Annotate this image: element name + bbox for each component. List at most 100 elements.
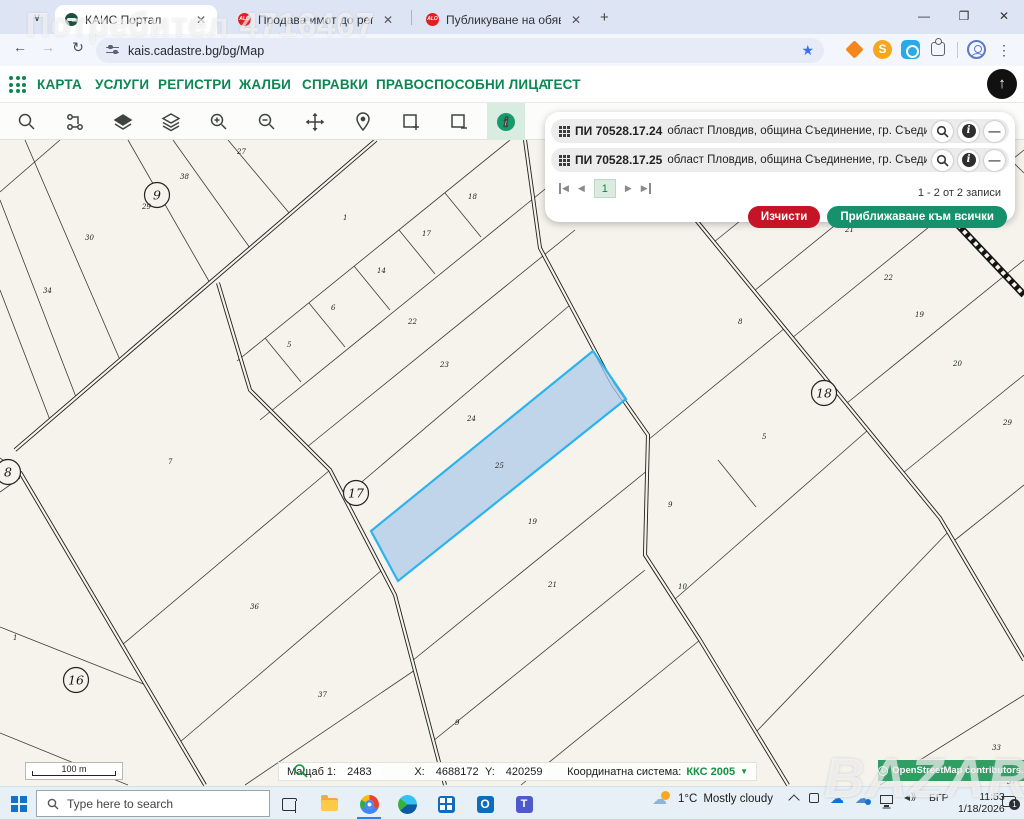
site-navigation: КАРТА УСЛУГИ РЕГИСТРИ ЖАЛБИ СПРАВКИ ПРАВ… bbox=[0, 66, 1024, 103]
volume-icon[interactable] bbox=[904, 792, 918, 804]
parcel-label: 9 bbox=[668, 501, 673, 509]
result-info-button[interactable]: i bbox=[958, 150, 979, 171]
remove-result-button[interactable]: — bbox=[984, 121, 1005, 142]
zoom-to-result-button[interactable] bbox=[932, 121, 953, 142]
forward-button[interactable]: → bbox=[36, 39, 60, 55]
coordinate-search-icon[interactable] bbox=[293, 763, 309, 779]
scale-value[interactable]: 2483 bbox=[341, 766, 381, 778]
tray-app-icon[interactable] bbox=[809, 793, 819, 803]
task-view-button[interactable] bbox=[276, 791, 302, 817]
zoom-to-result-button[interactable] bbox=[932, 150, 953, 171]
nav-uslugi[interactable]: УСЛУГИ bbox=[95, 66, 149, 103]
s-extension-icon[interactable]: S bbox=[873, 40, 893, 60]
svg-text:9: 9 bbox=[153, 188, 161, 203]
cloud-sync-icon[interactable]: ☁ bbox=[855, 791, 869, 805]
parcel-label: 24 bbox=[466, 415, 476, 423]
language-indicator[interactable]: БГР bbox=[929, 792, 949, 804]
tab-close-icon[interactable]: ✕ bbox=[380, 13, 396, 27]
site-info-icon[interactable] bbox=[106, 45, 120, 57]
last-page-button[interactable]: ▶ bbox=[641, 183, 651, 194]
tab-close-icon[interactable]: ✕ bbox=[568, 13, 584, 27]
parcel-label: 1 bbox=[13, 634, 17, 642]
rect-add-tool-icon[interactable] bbox=[392, 103, 430, 140]
tray-expand-icon[interactable] bbox=[788, 794, 799, 805]
remove-result-button[interactable]: — bbox=[984, 150, 1005, 171]
url-bar[interactable]: kais.cadastre.bg/bg/Map ★ bbox=[96, 38, 824, 63]
teams-button[interactable]: T bbox=[511, 791, 537, 817]
parcel-id: ПИ 70528.17.25 bbox=[575, 153, 662, 167]
extensions-puzzle-icon[interactable] bbox=[929, 40, 949, 60]
browser-menu-icon[interactable]: ⋮ bbox=[997, 40, 1017, 60]
network-icon[interactable] bbox=[880, 795, 893, 804]
zoom-in-tool-icon[interactable] bbox=[200, 103, 238, 140]
weather-widget[interactable]: ☁ 1°C Mostly cloudy bbox=[652, 791, 773, 807]
blue-extension-icon[interactable] bbox=[901, 40, 921, 60]
nav-registri[interactable]: РЕГИСТРИ bbox=[158, 66, 231, 103]
taskbar-search-input[interactable]: Type here to search bbox=[36, 790, 270, 817]
next-page-button[interactable]: ▶ bbox=[625, 183, 632, 194]
scroll-top-button[interactable]: ↑ bbox=[987, 69, 1017, 99]
zoom-out-tool-icon[interactable] bbox=[248, 103, 286, 140]
route-tool-icon[interactable] bbox=[56, 103, 94, 140]
result-row[interactable]: ПИ 70528.17.25 област Пловдив, община Съ… bbox=[551, 148, 1009, 172]
parcel-label: 27 bbox=[236, 148, 246, 156]
parcel-label: 6 bbox=[331, 304, 336, 312]
first-page-button[interactable]: ◀ bbox=[559, 183, 569, 194]
crs-dropdown-icon[interactable]: ▼ bbox=[740, 767, 748, 776]
osm-attribution[interactable]: © OpenStreetMap contributors. bbox=[878, 760, 1024, 781]
layers-outline-tool-icon[interactable] bbox=[152, 103, 190, 140]
x-value[interactable]: 4688172 bbox=[430, 766, 480, 778]
marker-tool-icon[interactable] bbox=[344, 103, 382, 140]
new-tab-button[interactable]: + bbox=[600, 9, 609, 26]
profile-avatar[interactable] bbox=[967, 40, 987, 60]
store-button[interactable] bbox=[433, 791, 459, 817]
nav-pravosposobni[interactable]: ПРАВОСПОСОБНИ ЛИЦА bbox=[376, 66, 548, 103]
parcel-label: 37 bbox=[318, 691, 327, 699]
apps-grid-icon[interactable] bbox=[9, 76, 26, 93]
tab-search-chevron-icon[interactable]: ∨ bbox=[26, 8, 48, 28]
prev-page-button[interactable]: ◀ bbox=[578, 183, 585, 194]
crs-value[interactable]: ККС 2005 bbox=[686, 766, 735, 778]
clock[interactable]: 11:53 1/18/2026 bbox=[958, 791, 1005, 815]
pan-tool-icon[interactable] bbox=[296, 103, 334, 140]
info-tool-icon[interactable]: i bbox=[487, 103, 525, 140]
edge-button[interactable] bbox=[394, 791, 420, 817]
file-explorer-button[interactable] bbox=[316, 791, 342, 817]
tab-kais-portal[interactable]: КАИС Портал ✕ bbox=[55, 5, 217, 34]
tab-alo-listing[interactable]: ALO Продава имот до регулация в ✕ bbox=[228, 5, 404, 34]
back-button[interactable]: ← bbox=[8, 39, 32, 55]
parcel-label: 38 bbox=[180, 173, 189, 181]
result-info-button[interactable]: i bbox=[958, 121, 979, 142]
reload-button[interactable]: ↻ bbox=[66, 39, 90, 56]
metamask-extension-icon[interactable] bbox=[845, 40, 865, 60]
start-button[interactable] bbox=[11, 796, 27, 812]
rect-subtract-tool-icon[interactable] bbox=[440, 103, 478, 140]
nav-test[interactable]: ТЕСТ bbox=[545, 66, 581, 103]
cadastral-map[interactable]: 98161718 2738293034118171465222324251921… bbox=[0, 140, 1024, 786]
onedrive-icon[interactable]: ☁ bbox=[830, 791, 844, 805]
window-close-button[interactable]: ✕ bbox=[984, 0, 1024, 34]
window-minimize-button[interactable]: — bbox=[904, 0, 944, 34]
result-row[interactable]: ПИ 70528.17.24 област Пловдив, община Съ… bbox=[551, 119, 1009, 143]
current-page[interactable]: 1 bbox=[594, 179, 616, 198]
layers-filled-tool-icon[interactable] bbox=[104, 103, 142, 140]
nav-karta[interactable]: КАРТА bbox=[37, 66, 82, 103]
tab-close-icon[interactable]: ✕ bbox=[193, 13, 209, 27]
window-maximize-button[interactable]: ❐ bbox=[944, 0, 984, 34]
parcel-label: 33 bbox=[992, 744, 1001, 752]
clear-button[interactable]: Изчисти bbox=[748, 206, 820, 228]
weather-condition: Mostly cloudy bbox=[703, 793, 773, 805]
chrome-button[interactable] bbox=[356, 791, 382, 817]
notification-center[interactable]: 1 bbox=[1002, 796, 1016, 807]
outlook-button[interactable]: O bbox=[472, 791, 498, 817]
nav-spravki[interactable]: СПРАВКИ bbox=[302, 66, 368, 103]
parcel-label: 17 bbox=[422, 230, 431, 238]
y-value[interactable]: 420259 bbox=[500, 766, 545, 778]
zoom-all-button[interactable]: Приближаване към всички bbox=[827, 206, 1007, 228]
massif-circles: 98161718 bbox=[0, 183, 837, 693]
nav-zhalbi[interactable]: ЖАЛБИ bbox=[239, 66, 291, 103]
search-tool-icon[interactable] bbox=[8, 103, 46, 140]
bookmark-star-icon[interactable]: ★ bbox=[801, 42, 814, 59]
massif-circle: 18 bbox=[812, 381, 837, 406]
tab-alo-publish[interactable]: ALO Публикуване на обява - Прод ✕ bbox=[416, 5, 592, 34]
